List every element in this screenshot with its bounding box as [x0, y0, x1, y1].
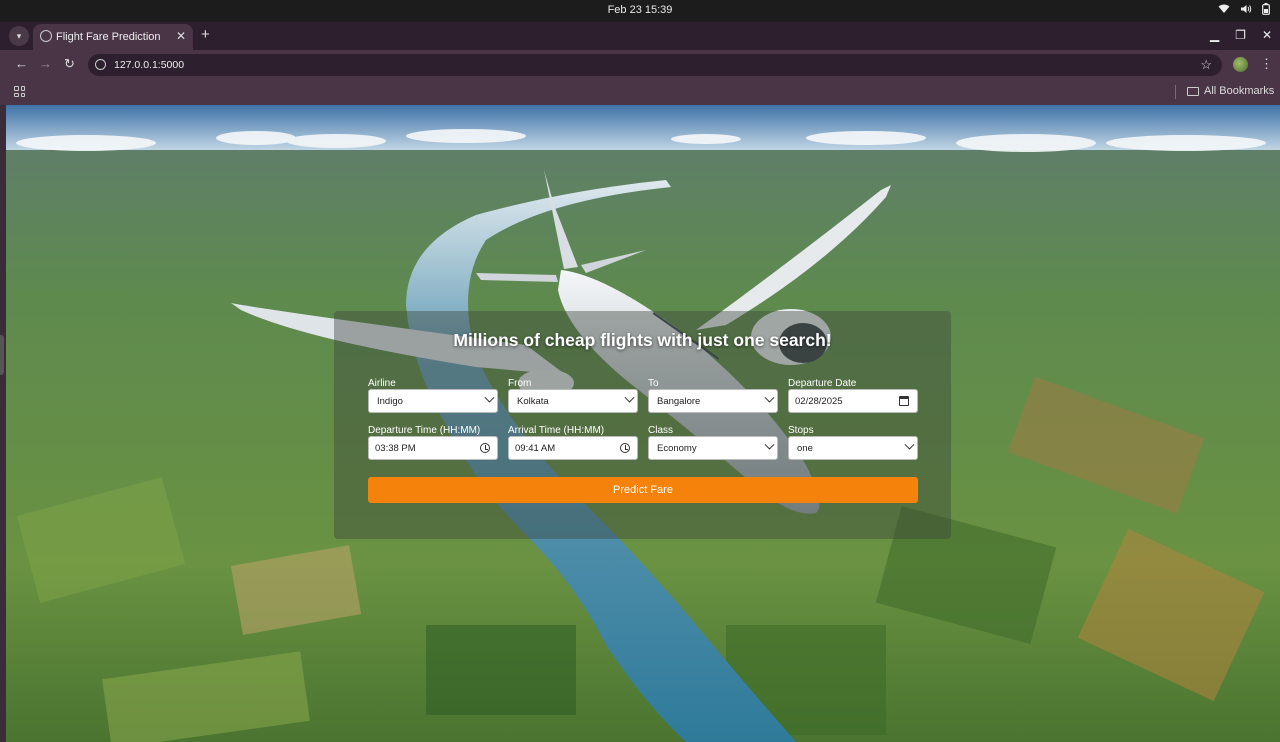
browser-toolbar: ← → ↻ 127.0.0.1:5000 ☆ ⋮ — [0, 50, 1280, 80]
all-bookmarks-button[interactable]: All Bookmarks — [1187, 85, 1274, 97]
predict-fare-button[interactable]: Predict Fare — [368, 477, 918, 503]
chevron-down-icon — [904, 439, 915, 450]
arrival-time-input[interactable]: 09:41 AM — [508, 436, 638, 460]
back-icon[interactable]: ← — [15, 56, 28, 71]
to-label: To — [648, 378, 659, 389]
more-menu-icon[interactable]: ⋮ — [1260, 56, 1273, 72]
class-value: Economy — [657, 443, 697, 454]
to-value: Bangalore — [657, 396, 701, 407]
from-value: Kolkata — [517, 396, 549, 407]
from-label: From — [508, 378, 532, 389]
star-icon[interactable]: ☆ — [1200, 57, 1212, 73]
os-tray[interactable] — [1218, 3, 1270, 18]
departure-time-label: Departure Time (HH:MM) — [368, 425, 481, 436]
all-bookmarks-label: All Bookmarks — [1204, 85, 1275, 97]
wifi-icon[interactable] — [1218, 4, 1230, 17]
airline-label: Airline — [368, 378, 396, 389]
stops-label: Stops — [788, 425, 814, 436]
new-tab-button[interactable]: + — [201, 26, 210, 43]
clock-icon[interactable] — [620, 443, 630, 453]
address-bar[interactable]: 127.0.0.1:5000 ☆ — [88, 54, 1222, 76]
stops-value: one — [797, 443, 813, 454]
globe-icon — [40, 30, 52, 42]
apps-grid-icon[interactable] — [14, 86, 25, 97]
tab-title: Flight Fare Prediction — [56, 31, 161, 43]
folder-icon — [1187, 86, 1199, 96]
bookmarks-bar: All Bookmarks — [0, 80, 1280, 105]
battery-icon[interactable] — [1262, 3, 1270, 18]
os-clock[interactable]: Feb 23 15:39 — [0, 4, 1280, 16]
restore-icon[interactable]: ❐ — [1235, 28, 1246, 42]
tab-search-button[interactable]: ▾ — [9, 26, 29, 46]
url-text[interactable]: 127.0.0.1:5000 — [114, 59, 184, 71]
bookmarks-divider — [1175, 85, 1176, 99]
page-title: Millions of cheap flights with just one … — [453, 330, 832, 350]
arrival-time-value: 09:41 AM — [515, 443, 556, 454]
minimize-icon[interactable]: ▁ — [1210, 28, 1219, 42]
tab-flight-fare-prediction[interactable]: Flight Fare Prediction ✕ — [33, 24, 193, 50]
forward-icon[interactable]: → — [39, 56, 52, 71]
clock-icon[interactable] — [480, 443, 490, 453]
site-info-icon[interactable] — [95, 59, 106, 70]
to-select[interactable]: Bangalore — [648, 389, 778, 413]
window-controls: ▁ ❐ ✕ — [1210, 28, 1272, 42]
chevron-down-icon — [624, 392, 635, 403]
from-select[interactable]: Kolkata — [508, 389, 638, 413]
chevron-down-icon: ▾ — [16, 31, 22, 41]
airline-select[interactable]: Indigo — [368, 389, 498, 413]
airline-value: Indigo — [377, 396, 403, 407]
arrival-time-label: Arrival Time (HH:MM) — [508, 425, 605, 436]
chevron-down-icon — [764, 439, 775, 450]
departure-date-input[interactable]: 02/28/2025 — [788, 389, 918, 413]
extension-icon[interactable] — [1233, 57, 1248, 72]
chevron-down-icon — [764, 392, 775, 403]
calendar-icon[interactable] — [899, 396, 909, 406]
departure-time-value: 03:38 PM — [375, 443, 416, 454]
search-card: Millions of cheap flights with just one … — [334, 311, 951, 539]
window-close-icon[interactable]: ✕ — [1262, 28, 1272, 42]
chevron-down-icon — [484, 392, 495, 403]
class-select[interactable]: Economy — [648, 436, 778, 460]
class-label: Class — [648, 425, 674, 436]
scroll-handle[interactable] — [0, 335, 4, 375]
departure-time-input[interactable]: 03:38 PM — [368, 436, 498, 460]
close-icon[interactable]: ✕ — [176, 29, 186, 43]
reload-icon[interactable]: ↻ — [64, 56, 75, 72]
volume-icon[interactable] — [1240, 4, 1252, 17]
tab-strip: ▾ Flight Fare Prediction ✕ + ▁ ❐ ✕ — [0, 22, 1280, 50]
stops-select[interactable]: one — [788, 436, 918, 460]
os-top-bar: Feb 23 15:39 — [0, 0, 1280, 22]
page-viewport: Millions of cheap flights with just one … — [6, 105, 1280, 742]
departure-date-value: 02/28/2025 — [795, 396, 843, 407]
departure-date-label: Departure Date — [788, 378, 857, 389]
